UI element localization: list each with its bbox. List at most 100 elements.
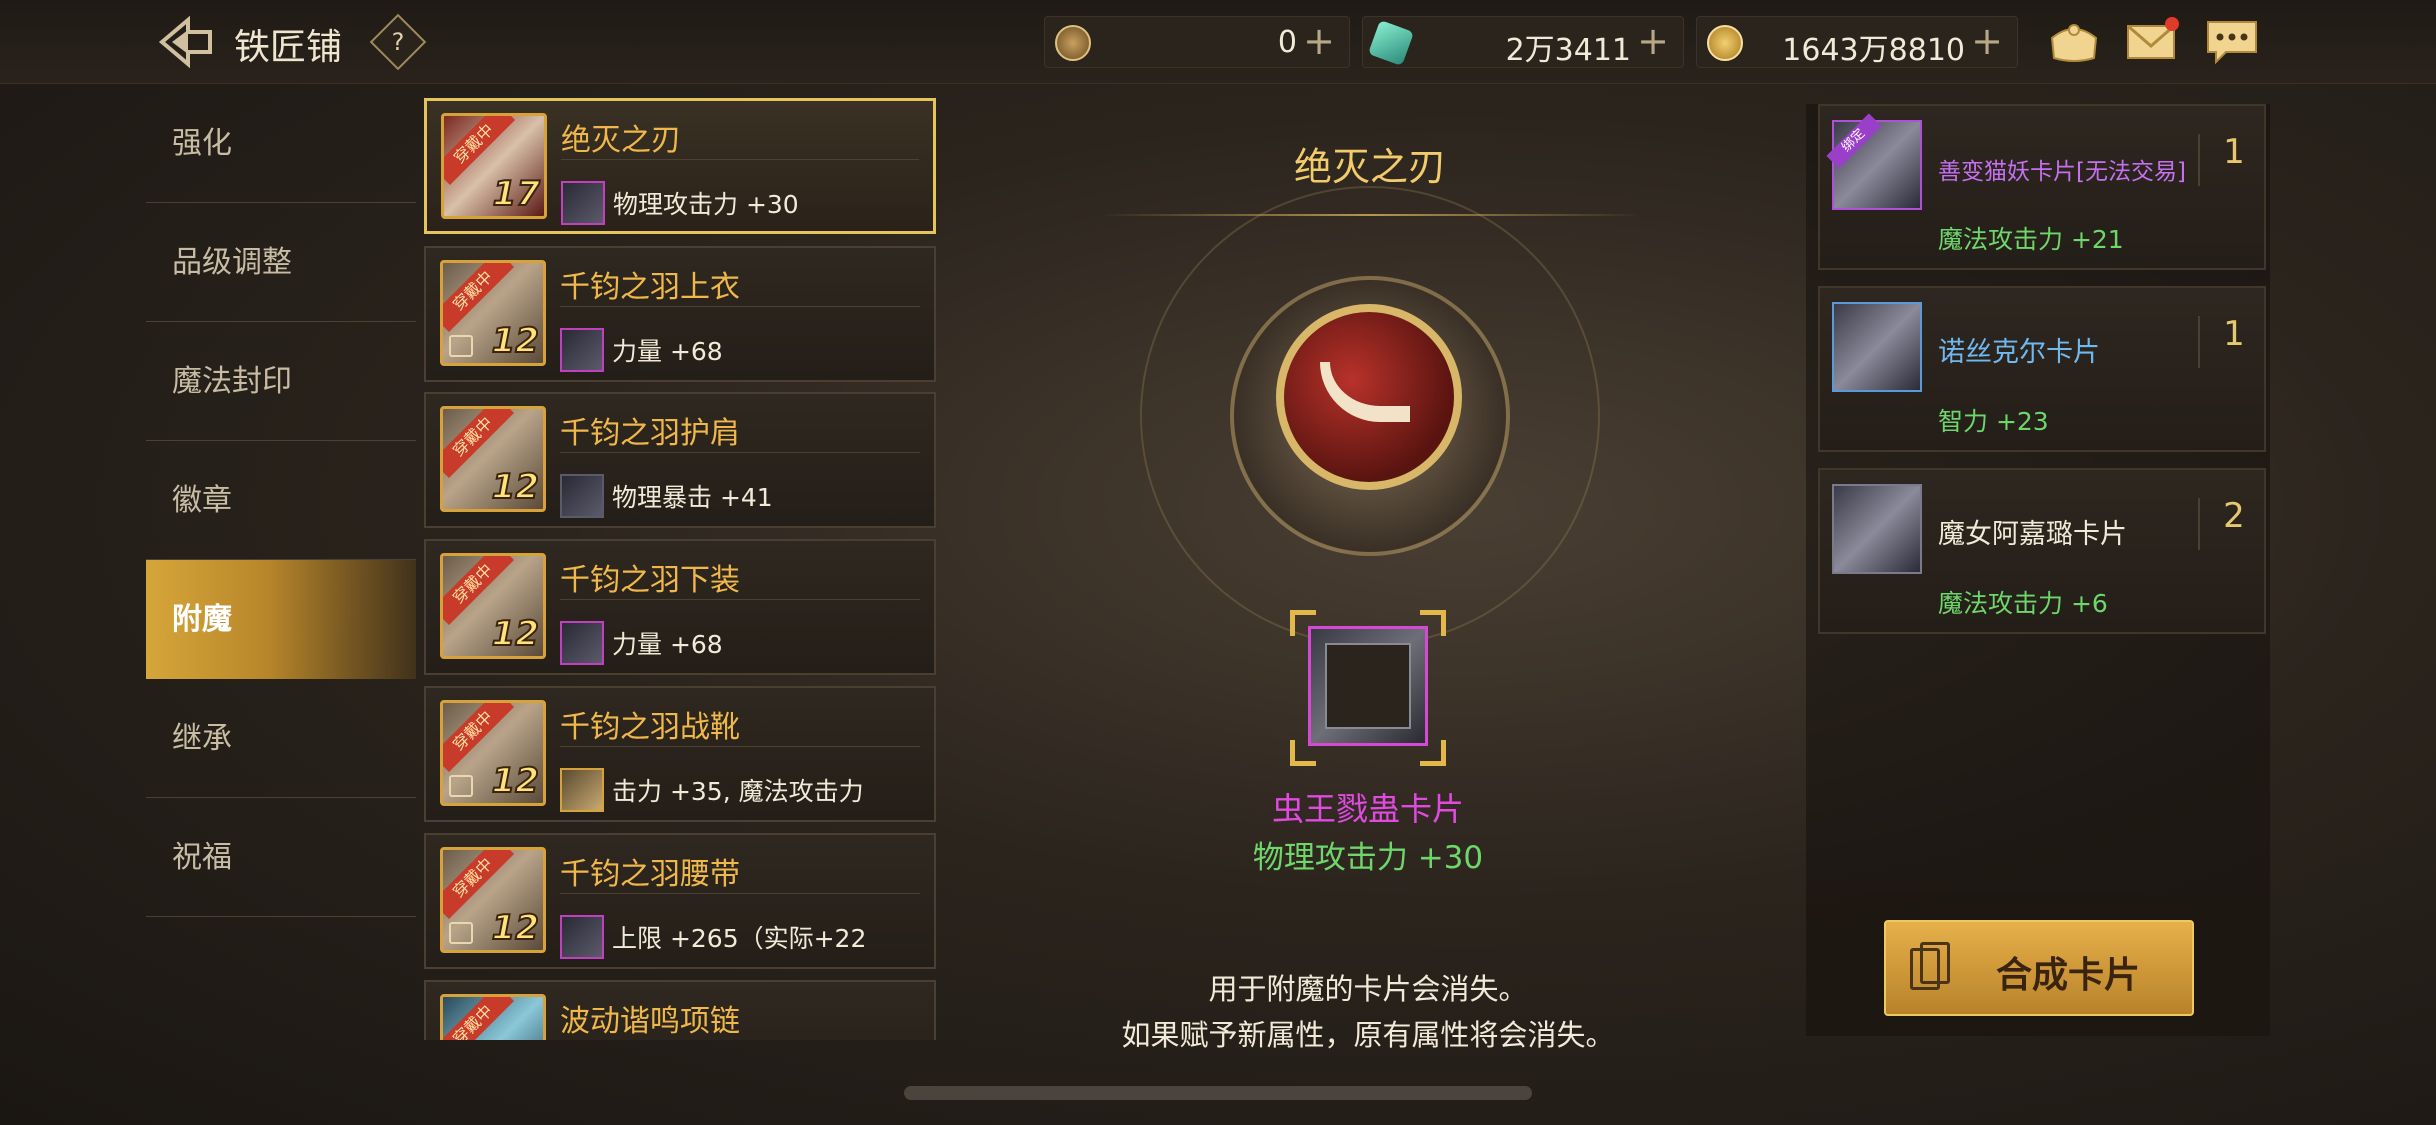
coupon-coin-icon <box>1055 25 1091 61</box>
divider <box>560 306 920 307</box>
equipment-item[interactable]: 穿戴中 12 千钧之羽腰带 上限 +265（实际+22 <box>424 833 936 969</box>
selected-card-stat: 物理攻击力 +30 <box>1252 840 1484 876</box>
lock-icon <box>449 775 473 797</box>
currency-value: 1643万8810 <box>1782 33 1965 68</box>
gold-coin-icon <box>1707 25 1743 61</box>
page-title: 铁匠铺 <box>234 27 343 68</box>
bound-tag: 绑定 <box>1826 113 1882 169</box>
equipment-stat: 物理暴击 +41 <box>612 483 773 512</box>
currency-gold: 1643万8810 + <box>1696 16 2018 68</box>
card-list-item[interactable]: 绑定 善变猫妖卡片[无法交易] 1 魔法攻击力 +21 <box>1818 104 2266 270</box>
enchant-notice: 用于附魔的卡片会消失。 如果赋予新属性，原有属性将会消失。 <box>1040 966 1696 1058</box>
craft-card-button[interactable]: 合成卡片 <box>1884 920 2194 1016</box>
card-portrait <box>1832 302 1922 392</box>
add-crystal-button[interactable]: + <box>1637 19 1669 63</box>
card-icon <box>561 181 605 225</box>
selected-item-name: 绝灭之刃 <box>1293 145 1446 189</box>
card-icon <box>560 328 604 372</box>
enhance-level: 12 <box>491 907 540 949</box>
card-name: 善变猫妖卡片[无法交易] <box>1938 159 2186 185</box>
equipment-name: 千钧之羽上衣 <box>560 270 740 305</box>
equipment-list[interactable]: 穿戴中 17 绝灭之刃 物理攻击力 +30 穿戴中 12 千钧之羽上衣 力量 +… <box>422 98 938 1040</box>
home-indicator[interactable] <box>904 1086 1532 1100</box>
pants-icon: 穿戴中 12 <box>440 553 546 659</box>
notice-line: 用于附魔的卡片会消失。 <box>1208 972 1528 1006</box>
divider <box>560 599 920 600</box>
equipment-name: 绝灭之刃 <box>561 123 681 158</box>
lock-icon <box>449 335 473 357</box>
divider <box>560 452 920 453</box>
equipment-name: 千钧之羽腰带 <box>560 857 740 892</box>
card-name: 诺丝克尔卡片 <box>1938 337 2100 368</box>
equipment-item[interactable]: 穿戴中 12 千钧之羽下装 力量 +68 <box>424 539 936 675</box>
card-icon <box>560 621 604 665</box>
menu-item-enhance[interactable]: 强化 <box>146 84 416 203</box>
add-coupon-button[interactable]: + <box>1303 19 1335 63</box>
menu-item-label: 品级调整 <box>172 245 292 280</box>
armor-top-icon: 穿戴中 12 <box>440 260 546 366</box>
divider <box>2198 134 2200 186</box>
bag-icon[interactable] <box>2046 16 2102 66</box>
chat-icon[interactable] <box>2204 16 2260 66</box>
mail-icon[interactable] <box>2124 16 2180 66</box>
menu-item-label: 祝福 <box>172 840 232 875</box>
top-bar: 铁匠铺 ? 0 + 2万3411 + 1643万8810 + <box>0 0 2436 84</box>
enhance-level: 17 <box>492 173 541 215</box>
card-count: 1 <box>2223 314 2245 354</box>
menu-item-grade-adjust[interactable]: 品级调整 <box>146 203 416 322</box>
cards-icon <box>1920 942 1950 984</box>
notice-line: 如果赋予新属性，原有属性将会消失。 <box>1121 1018 1615 1052</box>
currency-value: 2万3411 <box>1505 33 1631 68</box>
lock-icon <box>449 922 473 944</box>
divider <box>560 746 920 747</box>
add-gold-button[interactable]: + <box>1971 19 2003 63</box>
help-button[interactable]: ? <box>369 13 427 71</box>
boots-icon: 穿戴中 12 <box>440 700 546 806</box>
menu-item-blessing[interactable]: 祝福 <box>146 798 416 917</box>
card-slot[interactable] <box>1290 610 1446 766</box>
card-count: 1 <box>2223 132 2245 172</box>
currency-crystal: 2万3411 + <box>1362 16 1684 68</box>
divider <box>2198 498 2200 550</box>
equipment-name: 千钧之羽下装 <box>560 563 740 598</box>
equipped-badge: 穿戴中 <box>443 997 515 1040</box>
card-stat: 魔法攻击力 +6 <box>1938 589 2108 618</box>
equipment-stat: 力量 +68 <box>612 337 723 366</box>
crystal-icon <box>1367 19 1415 67</box>
divider <box>2198 316 2200 368</box>
card-stat: 智力 +23 <box>1938 407 2049 436</box>
back-arrow-icon[interactable] <box>158 15 214 69</box>
equipment-item[interactable]: 穿戴中 17 绝灭之刃 物理攻击力 +30 <box>424 98 936 234</box>
enhance-level: 12 <box>491 760 540 802</box>
necklace-icon: 穿戴中 <box>440 994 546 1040</box>
card-icon <box>560 915 604 959</box>
enhance-level: 12 <box>491 613 540 655</box>
card-list-item[interactable]: 诺丝克尔卡片 1 智力 +23 <box>1818 286 2266 452</box>
card-name: 魔女阿嘉璐卡片 <box>1938 519 2127 550</box>
equipment-item[interactable]: 穿戴中 波动谐鸣项链 <box>424 980 936 1040</box>
selected-weapon-icon[interactable] <box>1276 304 1462 490</box>
divider <box>561 159 919 160</box>
card-icon <box>560 768 604 812</box>
weapon-icon: 穿戴中 17 <box>441 113 547 219</box>
equipment-name: 千钧之羽战靴 <box>560 710 740 745</box>
menu-item-label: 徽章 <box>172 483 232 518</box>
menu-item-emblem[interactable]: 徽章 <box>146 441 416 560</box>
menu-item-inherit[interactable]: 继承 <box>146 679 416 798</box>
card-image <box>1308 626 1428 746</box>
menu-item-enchant[interactable]: 附魔 <box>146 560 416 679</box>
equipment-item[interactable]: 穿戴中 12 千钧之羽战靴 击力 +35, 魔法攻击力 <box>424 686 936 822</box>
card-count: 2 <box>2223 496 2245 536</box>
menu-item-magic-seal[interactable]: 魔法封印 <box>146 322 416 441</box>
card-icon <box>560 474 604 518</box>
belt-icon: 穿戴中 12 <box>440 847 546 953</box>
equipment-item[interactable]: 穿戴中 12 千钧之羽护肩 物理暴击 +41 <box>424 392 936 528</box>
card-portrait: 绑定 <box>1826 113 1922 210</box>
enhance-level: 12 <box>491 320 540 362</box>
equipment-item[interactable]: 穿戴中 12 千钧之羽上衣 力量 +68 <box>424 246 936 382</box>
card-portrait <box>1832 484 1922 574</box>
currency-coupon: 0 + <box>1044 16 1350 68</box>
help-icon: ? <box>391 28 405 56</box>
blacksmith-menu: 强化 品级调整 魔法封印 徽章 附魔 继承 祝福 <box>146 84 416 917</box>
card-list-item[interactable]: 魔女阿嘉璐卡片 2 魔法攻击力 +6 <box>1818 468 2266 634</box>
